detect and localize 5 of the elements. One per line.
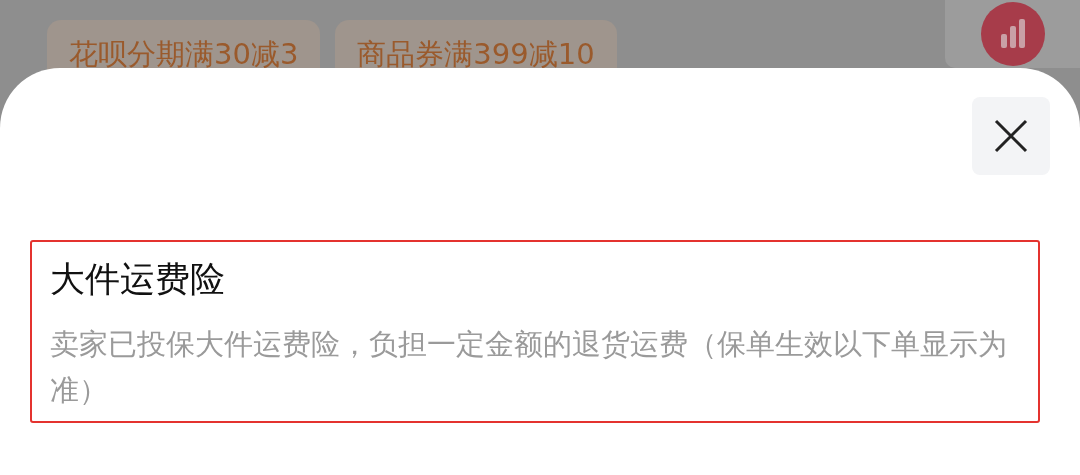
section-title: 大件运费险 [50,258,226,301]
chart-icon[interactable] [980,2,1045,66]
section-description: 卖家已投保大件运费险，负担一定金额的退货运费（保单生效以下单显示为准） [50,326,1008,409]
close-button[interactable] [972,97,1050,175]
close-icon [994,119,1028,153]
